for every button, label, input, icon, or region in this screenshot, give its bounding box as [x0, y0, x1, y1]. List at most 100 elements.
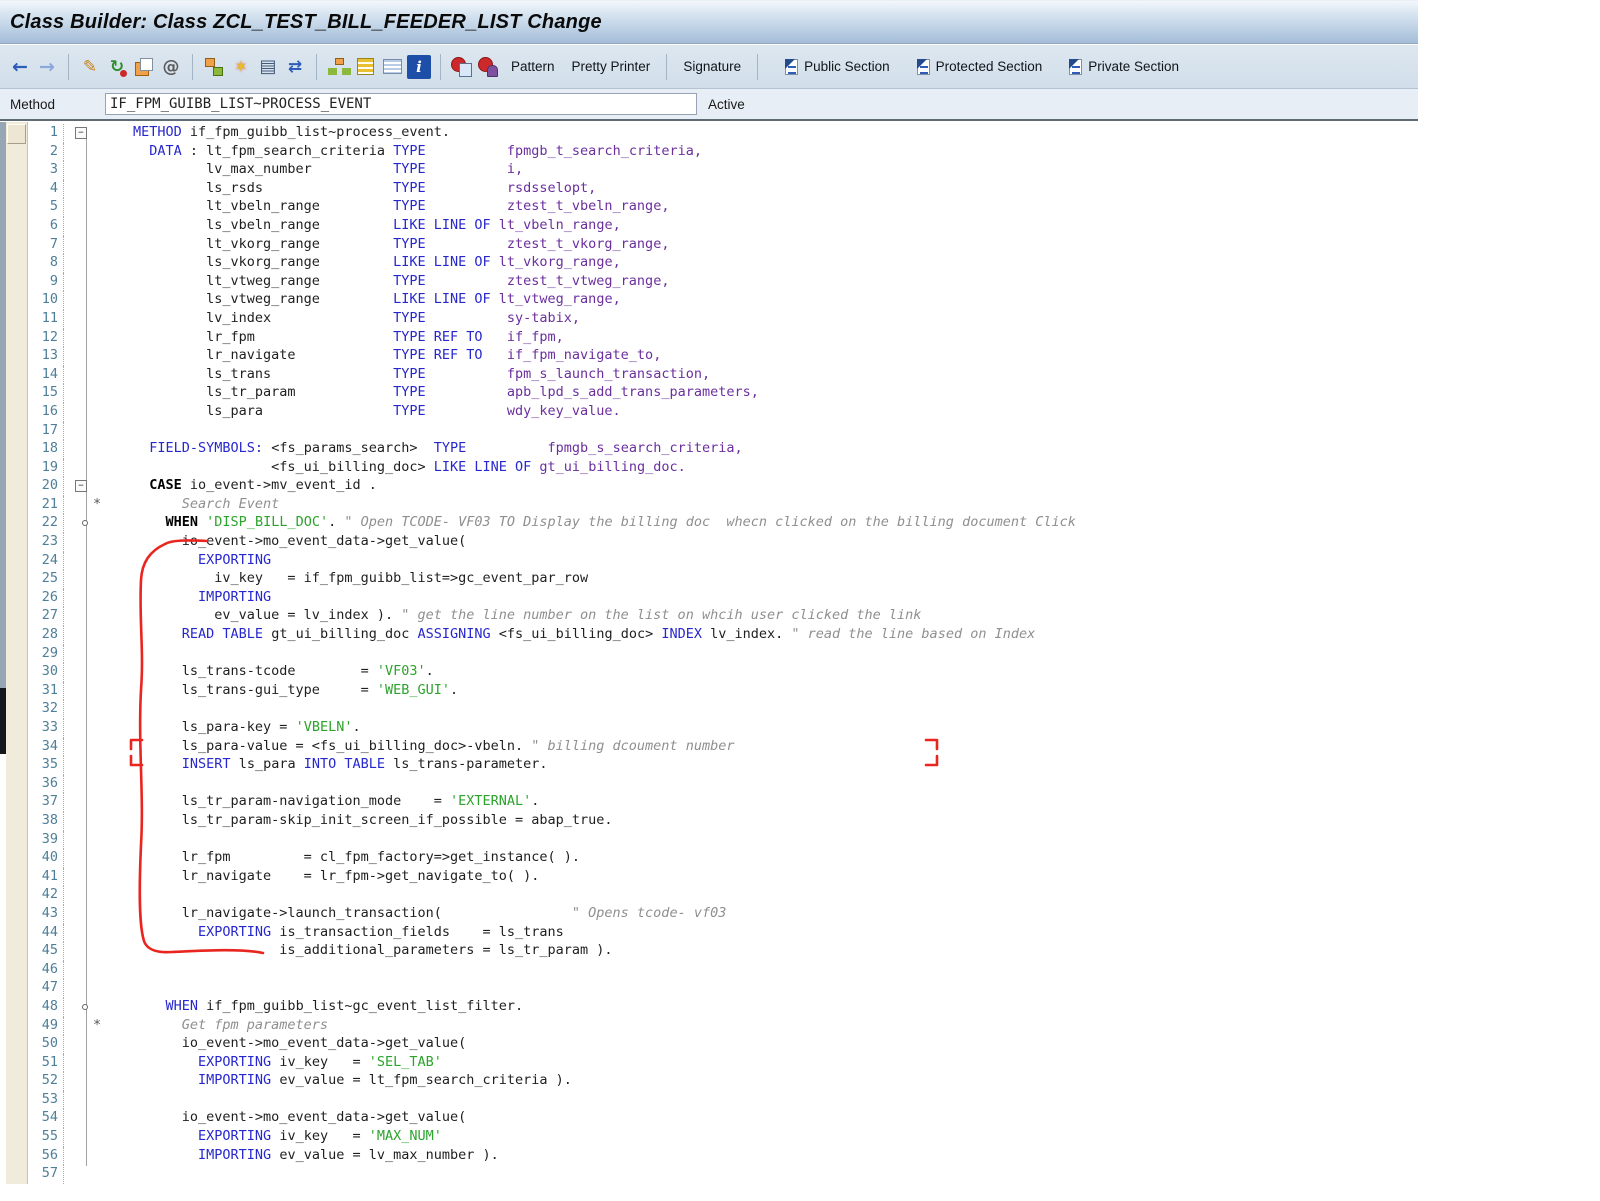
- code-line[interactable]: 46: [28, 960, 1416, 980]
- code-line[interactable]: 38 ls_tr_param-skip_init_screen_if_possi…: [28, 811, 1416, 831]
- method-name-input[interactable]: [105, 93, 697, 115]
- code-line[interactable]: 36: [28, 774, 1416, 794]
- code-line[interactable]: 43 lr_navigate->launch_transaction( " Op…: [28, 904, 1416, 924]
- code-line[interactable]: 45 is_additional_parameters = ls_tr_para…: [28, 942, 1416, 961]
- code-line[interactable]: 52 IMPORTING ev_value = lt_fpm_search_cr…: [28, 1072, 1416, 1091]
- code-line[interactable]: 28 READ TABLE gt_ui_billing_doc ASSIGNIN…: [28, 626, 1416, 645]
- code-line[interactable]: 55 EXPORTING iv_key = 'MAX_NUM': [28, 1128, 1416, 1147]
- info-icon[interactable]: [407, 54, 431, 79]
- code-line[interactable]: 11 lv_index TYPE sy-tabix,: [28, 309, 1416, 329]
- activate-wand-icon[interactable]: [229, 55, 253, 79]
- line-number: 48: [28, 997, 64, 1017]
- code-line[interactable]: 56 IMPORTING ev_value = lv_max_number ).: [28, 1146, 1416, 1166]
- syntax-check-icon[interactable]: [450, 55, 474, 79]
- code-line[interactable]: 26 IMPORTING: [28, 588, 1416, 608]
- code-text: WHEN 'DISP_BILL_DOC'. " Open TCODE- VF03…: [165, 514, 1076, 531]
- print-icon[interactable]: [256, 55, 280, 79]
- check-icon[interactable]: [105, 55, 129, 79]
- code-line[interactable]: 42: [28, 886, 1416, 905]
- fold-collapse-icon[interactable]: −: [75, 127, 87, 139]
- line-number: 7: [28, 235, 64, 255]
- code-text: is_additional_parameters = ls_tr_param )…: [133, 942, 613, 959]
- code-line[interactable]: 49 * Get fpm parameters: [28, 1016, 1416, 1036]
- code-line[interactable]: 34 ls_para-value = <fs_ui_billing_doc>-v…: [28, 737, 1416, 757]
- code-line[interactable]: 50 io_event->mo_event_data->get_value(: [28, 1035, 1416, 1054]
- code-line[interactable]: 17: [28, 421, 1416, 441]
- code-line[interactable]: 53: [28, 1090, 1416, 1110]
- detail-list-icon[interactable]: [380, 55, 404, 79]
- code-line[interactable]: 41 lr_navigate = lr_fpm->get_navigate_to…: [28, 867, 1416, 887]
- hierarchy-icon[interactable]: [326, 55, 350, 79]
- code-line[interactable]: 21 * Search Event: [28, 495, 1416, 515]
- code-line[interactable]: 2 DATA : lt_fpm_search_criteria TYPE fpm…: [28, 142, 1416, 162]
- pretty-printer-button[interactable]: Pretty Printer: [565, 56, 658, 77]
- code-line[interactable]: 29: [28, 644, 1416, 664]
- private-section-button[interactable]: Private Section: [1063, 56, 1185, 78]
- code-line[interactable]: 20− CASE io_event->mv_event_id .: [28, 477, 1416, 496]
- code-line[interactable]: 25 iv_key = if_fpm_guibb_list=>gc_event_…: [28, 570, 1416, 589]
- code-text: lv_max_number TYPE i,: [133, 161, 524, 178]
- line-number: 14: [28, 365, 64, 385]
- code-line[interactable]: 1− METHOD if_fpm_guibb_list~process_event…: [28, 124, 1416, 143]
- copy-icon[interactable]: [132, 55, 156, 79]
- code-line[interactable]: 40 lr_fpm = cl_fpm_factory=>get_instance…: [28, 849, 1416, 868]
- code-line[interactable]: 31 ls_trans-gui_type = 'WEB_GUI'.: [28, 681, 1416, 701]
- method-bar: Method Active: [0, 89, 1418, 121]
- code-line[interactable]: 5 lt_vbeln_range TYPE ztest_t_vbeln_rang…: [28, 198, 1416, 217]
- code-line[interactable]: 44 EXPORTING is_transaction_fields = ls_…: [28, 923, 1416, 943]
- where-used-icon[interactable]: [202, 55, 226, 79]
- forward-icon[interactable]: [35, 55, 59, 79]
- code-line[interactable]: 6 ls_vbeln_range LIKE LINE OF lt_vbeln_r…: [28, 216, 1416, 236]
- fold-collapse-icon[interactable]: −: [75, 480, 87, 493]
- code-line[interactable]: 30 ls_trans-tcode = 'VF03'.: [28, 663, 1416, 682]
- line-number: 2: [28, 142, 64, 162]
- code-line[interactable]: 13 lr_navigate TYPE REF TO if_fpm_naviga…: [28, 347, 1416, 366]
- gutter-top-button[interactable]: [7, 124, 26, 144]
- line-number: 28: [28, 626, 64, 645]
- code-line[interactable]: 12 lr_fpm TYPE REF TO if_fpm,: [28, 328, 1416, 348]
- code-line[interactable]: 4 ls_rsds TYPE rsdsselopt,: [28, 179, 1416, 199]
- code-line[interactable]: 51 EXPORTING iv_key = 'SEL_TAB': [28, 1053, 1416, 1073]
- public-section-button[interactable]: Public Section: [779, 56, 896, 78]
- code-line[interactable]: 35 INSERT ls_para INTO TABLE ls_trans-pa…: [28, 756, 1416, 775]
- code-line[interactable]: 15 ls_tr_param TYPE apb_lpd_s_add_trans_…: [28, 384, 1416, 403]
- code-line[interactable]: 22 WHEN 'DISP_BILL_DOC'. " Open TCODE- V…: [28, 514, 1416, 534]
- display-change-icon[interactable]: [78, 55, 102, 79]
- code-line[interactable]: 19 <fs_ui_billing_doc> LIKE LINE OF gt_u…: [28, 458, 1416, 478]
- code-line[interactable]: 24 EXPORTING: [28, 551, 1416, 571]
- back-icon[interactable]: [8, 55, 32, 79]
- code-line[interactable]: 47: [28, 979, 1416, 998]
- fold-block-line: [86, 128, 87, 1166]
- code-line[interactable]: 7 lt_vkorg_range TYPE ztest_t_vkorg_rang…: [28, 235, 1416, 255]
- code-line[interactable]: 27 ev_value = lv_index ). " get the line…: [28, 607, 1416, 627]
- fold-margin: [64, 1147, 133, 1166]
- code-line[interactable]: 14 ls_trans TYPE fpm_s_launch_transactio…: [28, 365, 1416, 385]
- line-number: 30: [28, 663, 64, 682]
- code-line[interactable]: 32: [28, 700, 1416, 719]
- generate-icon[interactable]: [159, 55, 183, 79]
- code-line[interactable]: 54 io_event->mo_event_data->get_value(: [28, 1109, 1416, 1129]
- code-line[interactable]: 37 ls_tr_param-navigation_mode = 'EXTERN…: [28, 793, 1416, 812]
- pattern-button[interactable]: Pattern: [504, 56, 562, 77]
- test-icon[interactable]: [477, 55, 501, 79]
- code-line[interactable]: 33 ls_para-key = 'VBELN'.: [28, 719, 1416, 738]
- signature-button[interactable]: Signature: [676, 56, 748, 77]
- protected-section-button[interactable]: Protected Section: [911, 56, 1049, 78]
- line-number: 45: [28, 942, 64, 961]
- code-line[interactable]: 10 ls_vtweg_range LIKE LINE OF lt_vtweg_…: [28, 291, 1416, 310]
- code-line[interactable]: 8 ls_vkorg_range LIKE LINE OF lt_vkorg_r…: [28, 254, 1416, 273]
- code-line[interactable]: 39: [28, 830, 1416, 850]
- code-editor[interactable]: 1− METHOD if_fpm_guibb_list~process_event…: [0, 121, 1418, 1185]
- navigate-icon[interactable]: [283, 55, 307, 79]
- code-line[interactable]: 16 ls_para TYPE wdy_key_value.: [28, 402, 1416, 422]
- line-number: 40: [28, 849, 64, 868]
- code-line[interactable]: 9 lt_vtweg_range TYPE ztest_t_vtweg_rang…: [28, 272, 1416, 292]
- code-line[interactable]: 48 WHEN if_fpm_guibb_list~gc_event_list_…: [28, 997, 1416, 1017]
- code-line[interactable]: 18 FIELD-SYMBOLS: <fs_params_search> TYP…: [28, 440, 1416, 459]
- code-text: lt_vkorg_range TYPE ztest_t_vkorg_range,: [133, 235, 670, 252]
- code-line[interactable]: 3 lv_max_number TYPE i,: [28, 161, 1416, 180]
- code-line[interactable]: 57: [28, 1165, 1416, 1184]
- code-line[interactable]: 23 io_event->mo_event_data->get_value(: [28, 533, 1416, 552]
- breakpoint-gutter[interactable]: [6, 122, 28, 1184]
- stack-icon[interactable]: [353, 55, 377, 79]
